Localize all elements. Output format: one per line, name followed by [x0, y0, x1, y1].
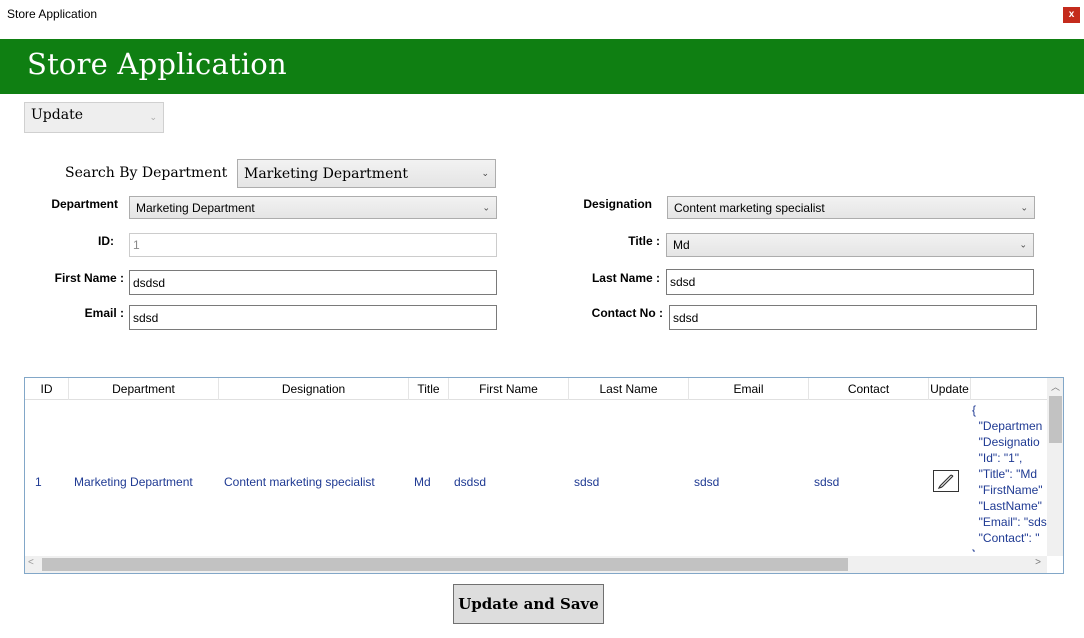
vertical-scroll-thumb[interactable]: [1049, 396, 1062, 443]
window-title: Store Application: [7, 7, 98, 21]
chevron-down-icon: ⌄: [1020, 202, 1028, 212]
scroll-up-icon[interactable]: ︿: [1047, 380, 1063, 394]
cell-json: { "Departmen "Designatio "Id": "1", "Tit…: [972, 403, 1047, 552]
email-value: sdsd: [133, 310, 159, 325]
cell-department: Marketing Department: [74, 475, 193, 489]
chevron-down-icon: ⌄: [481, 168, 489, 179]
search-department-label: Search By Department: [65, 165, 228, 181]
column-header-id[interactable]: ID: [25, 378, 69, 400]
department-select[interactable]: Marketing Department ⌄: [129, 196, 497, 219]
first-name-field[interactable]: dsdsd: [129, 270, 497, 295]
email-label: Email :: [84, 306, 124, 320]
id-field[interactable]: 1: [129, 233, 497, 257]
department-label: Department: [51, 197, 118, 211]
vertical-scrollbar[interactable]: ︿: [1047, 378, 1063, 556]
department-value: Marketing Department: [136, 200, 255, 215]
first-name-label: First Name :: [54, 271, 124, 285]
first-name-value: dsdsd: [133, 275, 166, 290]
close-button[interactable]: x: [1063, 7, 1080, 23]
search-department-value: Marketing Department: [244, 165, 409, 182]
id-label: ID:: [98, 234, 114, 248]
column-header-title[interactable]: Title: [409, 378, 449, 400]
designation-value: Content marketing specialist: [674, 200, 825, 215]
designation-label: Designation: [583, 197, 652, 211]
title-select[interactable]: Md ⌄: [666, 233, 1034, 257]
chevron-down-icon: ⌄: [1019, 239, 1027, 250]
window-titlebar: Store Application x: [0, 0, 1084, 30]
designation-select[interactable]: Content marketing specialist ⌄: [667, 196, 1035, 219]
chevron-down-icon: ⌄: [149, 112, 157, 123]
search-department-select[interactable]: Marketing Department ⌄: [237, 159, 496, 188]
last-name-field[interactable]: sdsd: [666, 269, 1034, 295]
horizontal-scroll-thumb[interactable]: [42, 558, 848, 571]
mode-select-value: Update: [31, 107, 83, 123]
cell-first-name: dsdsd: [454, 475, 487, 489]
column-header-first-name[interactable]: First Name: [449, 378, 569, 400]
horizontal-scrollbar[interactable]: < >: [25, 556, 1047, 573]
grid-header: ID Department Designation Title First Na…: [25, 378, 1047, 400]
last-name-label: Last Name :: [591, 271, 660, 285]
scroll-right-icon[interactable]: >: [1035, 557, 1041, 568]
mode-select[interactable]: Update ⌄: [24, 102, 164, 133]
row-update-button[interactable]: [933, 470, 959, 492]
column-header-update[interactable]: Update: [929, 378, 971, 400]
contact-label: Contact No :: [591, 306, 663, 320]
column-header-designation[interactable]: Designation: [219, 378, 409, 400]
column-header-email[interactable]: Email: [689, 378, 809, 400]
cell-id: 1: [35, 475, 42, 489]
email-field[interactable]: sdsd: [129, 305, 497, 330]
chevron-down-icon: ⌄: [482, 202, 490, 212]
cell-designation: Content marketing specialist: [224, 475, 375, 489]
title-label: Title :: [628, 234, 660, 248]
contact-value: sdsd: [673, 310, 699, 325]
column-header-department[interactable]: Department: [69, 378, 219, 400]
banner-heading: Store Application: [27, 47, 287, 81]
cell-email: sdsd: [694, 475, 720, 489]
column-header-contact[interactable]: Contact: [809, 378, 929, 400]
title-value: Md: [673, 238, 690, 252]
app-banner: Store Application: [0, 39, 1084, 94]
records-grid[interactable]: ID Department Designation Title First Na…: [24, 377, 1064, 574]
cell-title: Md: [414, 475, 431, 489]
id-value: 1: [133, 238, 140, 252]
cell-contact: sdsd: [814, 475, 840, 489]
cell-last-name: sdsd: [574, 475, 600, 489]
contact-field[interactable]: sdsd: [669, 305, 1037, 330]
update-and-save-button[interactable]: Update and Save: [453, 584, 604, 624]
column-header-last-name[interactable]: Last Name: [569, 378, 689, 400]
pencil-icon: [937, 474, 954, 490]
last-name-value: sdsd: [670, 275, 696, 289]
scroll-left-icon[interactable]: <: [28, 557, 34, 568]
